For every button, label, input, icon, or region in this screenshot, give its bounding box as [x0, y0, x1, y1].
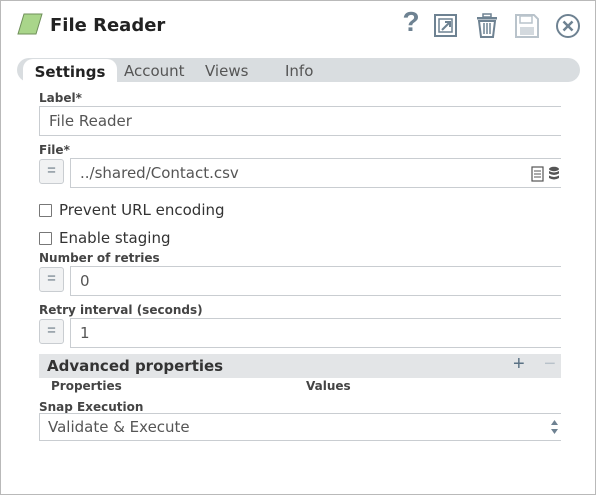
enable-staging-label: Enable staging	[59, 229, 171, 247]
tab-settings[interactable]: Settings	[23, 59, 117, 83]
retry-interval-expression-toggle[interactable]: =	[39, 319, 64, 344]
snap-execution-label: Snap Execution	[39, 400, 144, 414]
dialog-header: File Reader ?	[1, 1, 596, 53]
trash-icon[interactable]	[473, 12, 501, 40]
label-field-label: Label*	[39, 91, 82, 105]
dialog-title: File Reader	[50, 15, 166, 36]
retry-interval-input[interactable]: 1	[70, 318, 561, 348]
close-icon[interactable]	[554, 12, 582, 40]
properties-column-header: Properties	[51, 379, 122, 393]
enable-staging-row[interactable]: Enable staging	[39, 229, 170, 247]
expand-icon[interactable]	[432, 12, 460, 40]
save-icon[interactable]	[513, 12, 541, 40]
retries-input[interactable]: 0	[70, 266, 561, 296]
advanced-properties-header: Advanced properties + −	[39, 353, 561, 378]
file-expression-toggle[interactable]: =	[39, 159, 64, 184]
select-arrows-icon	[551, 420, 558, 434]
snap-execution-value: Validate & Execute	[48, 418, 190, 436]
tab-views[interactable]: Views	[205, 58, 248, 82]
retries-expression-toggle[interactable]: =	[39, 267, 64, 292]
label-input[interactable]: File Reader	[39, 106, 561, 136]
snap-settings-dialog: File Reader ? Settings Account Views Inf…	[0, 0, 596, 495]
values-column-header: Values	[306, 379, 351, 393]
advanced-properties-title: Advanced properties	[47, 357, 224, 375]
prevent-url-encoding-label: Prevent URL encoding	[59, 201, 225, 219]
file-browse-icon[interactable]	[531, 166, 544, 182]
database-icon[interactable]	[548, 166, 560, 181]
retries-label: Number of retries	[39, 251, 160, 265]
tab-account[interactable]: Account	[124, 58, 185, 82]
tab-bar: Settings Account Views Info	[17, 58, 580, 83]
retry-interval-label: Retry interval (seconds)	[39, 303, 203, 317]
file-field-label: File*	[39, 143, 70, 157]
remove-property-button[interactable]: −	[544, 353, 556, 376]
prevent-url-encoding-checkbox[interactable]	[39, 203, 52, 217]
file-actions	[531, 165, 561, 183]
file-input[interactable]: ../shared/Contact.csv	[70, 158, 561, 188]
help-icon[interactable]: ?	[397, 6, 425, 37]
tab-info[interactable]: Info	[285, 58, 313, 82]
enable-staging-checkbox[interactable]	[39, 231, 52, 245]
snap-execution-select[interactable]: Validate & Execute	[39, 413, 561, 441]
prevent-url-encoding-row[interactable]: Prevent URL encoding	[39, 201, 225, 219]
add-property-button[interactable]: +	[513, 353, 525, 376]
snap-type-icon	[17, 13, 43, 35]
